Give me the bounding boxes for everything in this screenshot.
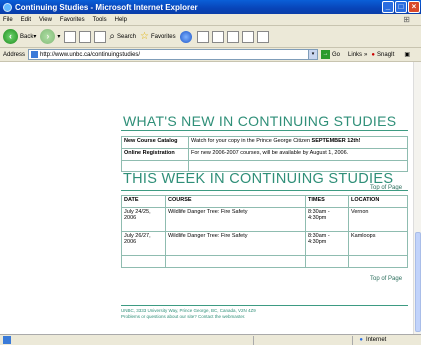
divider bbox=[121, 305, 408, 306]
links-button[interactable]: Links bbox=[348, 52, 362, 58]
refresh-icon[interactable] bbox=[79, 30, 92, 43]
maximize-button[interactable]: □ bbox=[395, 1, 407, 13]
date-cell: July 24/25, 2006 bbox=[121, 207, 166, 232]
table-cell: Watch for your copy in the Prince George… bbox=[188, 136, 408, 149]
date-cell: July 26/27, 2006 bbox=[121, 231, 166, 256]
scroll-thumb[interactable] bbox=[415, 232, 421, 332]
table-header-row: DATE COURSE TIMES LOCATION bbox=[121, 195, 408, 208]
location-cell: Kamloops bbox=[348, 231, 408, 256]
toolbar: ‹ Back ▾ › ▾ ⌕ Search ☆ Favorites bbox=[0, 26, 421, 48]
stop-icon[interactable] bbox=[64, 30, 77, 43]
this-week-table: DATE COURSE TIMES LOCATION July 24/25, 2… bbox=[121, 195, 408, 268]
go-arrow-icon: → bbox=[321, 50, 331, 59]
menu-edit[interactable]: Edit bbox=[21, 17, 31, 23]
links-chevron-icon[interactable]: » bbox=[364, 52, 367, 58]
zone-label: Internet bbox=[366, 337, 387, 343]
menu-bar: File Edit View Favorites Tools Help ⊞ bbox=[0, 14, 421, 26]
back-button[interactable]: ‹ Back ▾ bbox=[3, 29, 36, 44]
menu-tools[interactable]: Tools bbox=[93, 17, 107, 23]
col-header-times: TIMES bbox=[305, 195, 349, 208]
title-bar: Continuing Studies - Microsoft Internet … bbox=[0, 0, 421, 14]
times-cell: 8:30am - 4:30pm bbox=[305, 207, 349, 232]
col-header-location: LOCATION bbox=[348, 195, 408, 208]
col-header-date: DATE bbox=[121, 195, 166, 208]
windows-logo-icon: ⊞ bbox=[403, 15, 410, 24]
snagit-window-icon[interactable]: ▣ bbox=[404, 51, 410, 58]
course-cell: Wildlife Danger Tree: Fire Safety bbox=[165, 207, 306, 232]
page-content: WHAT'S NEW IN CONTINUING STUDIES New Cou… bbox=[0, 62, 413, 334]
history-icon[interactable] bbox=[196, 30, 209, 43]
status-panel bbox=[253, 335, 354, 345]
table-row bbox=[121, 255, 408, 268]
footer-contact[interactable]: Problems or questions about our site? Co… bbox=[121, 314, 408, 320]
address-label: Address bbox=[3, 51, 26, 58]
go-button[interactable]: → Go bbox=[321, 50, 340, 59]
divider bbox=[121, 190, 408, 191]
this-week-heading: THIS WEEK IN CONTINUING STUDIES bbox=[123, 171, 394, 187]
whats-new-heading: WHAT'S NEW IN CONTINUING STUDIES bbox=[123, 113, 397, 129]
page-icon bbox=[31, 51, 39, 58]
times-cell: 8:30am - 4:30pm bbox=[305, 231, 349, 256]
menu-view[interactable]: View bbox=[39, 17, 52, 23]
table-cell: For new 2006-2007 courses, will be avail… bbox=[188, 148, 408, 161]
table-row bbox=[121, 160, 408, 172]
course-cell: Wildlife Danger Tree: Fire Safety bbox=[165, 231, 306, 256]
search-icon: ⌕ bbox=[109, 31, 115, 42]
table-row: New Course Catalog Watch for your copy i… bbox=[121, 136, 408, 149]
online-registration-title: Online Registration bbox=[121, 148, 189, 161]
media-icon[interactable] bbox=[179, 30, 192, 43]
divider bbox=[121, 130, 408, 131]
window-title: Continuing Studies - Microsoft Internet … bbox=[15, 2, 198, 12]
address-dropdown-icon[interactable]: ▾ bbox=[308, 50, 318, 59]
menu-file[interactable]: File bbox=[3, 17, 13, 23]
whats-new-table: New Course Catalog Watch for your copy i… bbox=[121, 136, 408, 172]
page-footer: UNBC, 3333 University Way, Prince George… bbox=[121, 308, 408, 320]
edit-icon[interactable] bbox=[241, 30, 254, 43]
minimize-button[interactable]: _ bbox=[382, 1, 394, 13]
table-row: July 24/25, 2006 Wildlife Danger Tree: F… bbox=[121, 207, 408, 232]
menu-help[interactable]: Help bbox=[115, 17, 127, 23]
search-button[interactable]: ⌕ Search bbox=[109, 31, 136, 42]
forward-arrow-icon: › bbox=[40, 29, 56, 44]
forward-button[interactable]: › ▾ bbox=[40, 29, 60, 44]
home-icon[interactable] bbox=[94, 30, 107, 43]
top-of-page-link[interactable]: Top of Page bbox=[370, 276, 402, 282]
ie-logo-icon bbox=[3, 2, 12, 12]
location-cell: Vernon bbox=[348, 207, 408, 232]
catalog-title: New Course Catalog bbox=[121, 136, 189, 149]
star-icon: ☆ bbox=[140, 31, 149, 42]
internet-zone-icon: ● bbox=[359, 337, 363, 343]
table-row: July 26/27, 2006 Wildlife Danger Tree: F… bbox=[121, 231, 408, 256]
address-input[interactable]: http://www.unbc.ca/continuingstudies/ ▾ bbox=[28, 49, 319, 60]
snagit-icon: ● bbox=[371, 51, 376, 58]
page-status-icon bbox=[3, 336, 11, 344]
col-header-course: COURSE bbox=[165, 195, 306, 208]
back-arrow-icon: ‹ bbox=[3, 29, 18, 44]
messenger-icon[interactable] bbox=[256, 30, 269, 43]
vertical-scrollbar[interactable] bbox=[413, 62, 421, 334]
address-bar: Address http://www.unbc.ca/continuingstu… bbox=[0, 48, 421, 62]
snagit-button[interactable]: SnagIt bbox=[377, 52, 394, 58]
status-bar: ● Internet bbox=[0, 334, 421, 345]
mail-icon[interactable] bbox=[211, 30, 224, 43]
print-icon[interactable] bbox=[226, 30, 239, 43]
menu-favorites[interactable]: Favorites bbox=[60, 17, 85, 23]
close-button[interactable]: × bbox=[408, 1, 420, 13]
favorites-button[interactable]: ☆ Favorites bbox=[140, 31, 176, 42]
table-row: Online Registration For new 2006-2007 co… bbox=[121, 148, 408, 161]
